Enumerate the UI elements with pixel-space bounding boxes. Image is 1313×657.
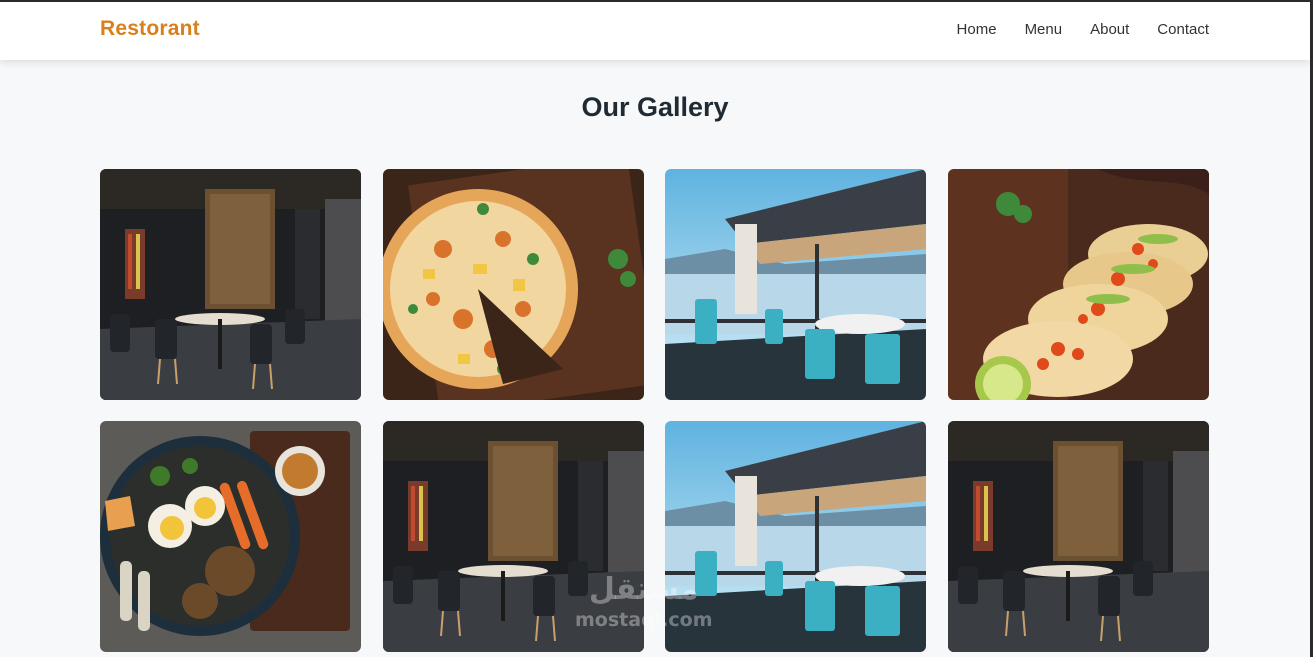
seaside-terrace-image <box>665 421 927 652</box>
gallery-grid <box>100 169 1209 652</box>
gallery-image-seaside-terrace[interactable] <box>665 169 927 400</box>
top-navbar: Restorant Home Menu About Contact <box>0 2 1310 60</box>
gallery-image-noodle-bowl[interactable] <box>100 421 361 652</box>
main-nav: Home Menu About Contact <box>929 21 1209 38</box>
restaurant-interior-image <box>382 421 644 652</box>
gallery-image-restaurant-interior[interactable] <box>100 169 361 400</box>
nav-contact[interactable]: Contact <box>1157 21 1209 38</box>
noodle-bowl-image <box>100 421 361 652</box>
gallery-image-restaurant-interior[interactable] <box>382 421 644 652</box>
nav-about[interactable]: About <box>1090 21 1129 38</box>
restaurant-interior-image <box>947 421 1209 652</box>
nav-menu[interactable]: Menu <box>1025 21 1063 38</box>
brand-logo[interactable]: Restorant <box>100 17 200 41</box>
gallery-image-restaurant-interior[interactable] <box>947 421 1209 652</box>
tacos-image <box>947 169 1209 400</box>
seaside-terrace-image <box>665 169 927 400</box>
gallery-image-pizza[interactable] <box>382 169 644 400</box>
nav-home[interactable]: Home <box>957 21 997 38</box>
gallery-title: Our Gallery <box>581 92 729 122</box>
pizza-image <box>382 169 644 400</box>
restaurant-interior-image <box>100 169 361 400</box>
gallery-image-tacos[interactable] <box>947 169 1209 400</box>
gallery-image-seaside-terrace[interactable] <box>665 421 927 652</box>
